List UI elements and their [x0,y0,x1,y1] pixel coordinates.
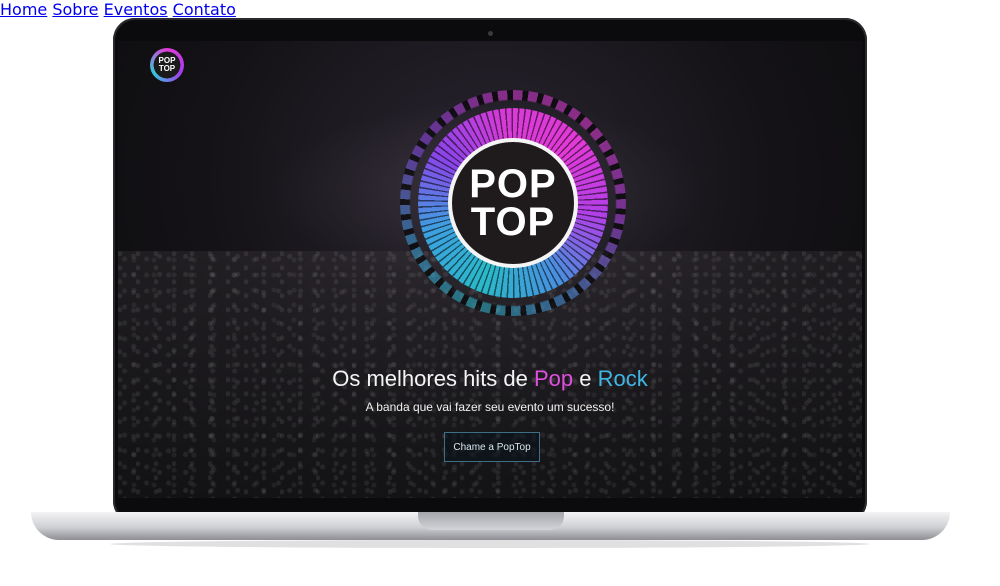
nav-contato-link[interactable]: Contato [173,0,236,19]
hero-logo-line2: TOP [470,200,556,244]
hero-logo-line1: POP [469,162,557,206]
brand-logo[interactable]: POP TOP [150,48,184,82]
main-nav: Home Sobre Eventos Contato [0,0,1000,19]
nav-home-link[interactable]: Home [0,0,47,19]
laptop-shadow [110,540,870,548]
webcam [488,31,493,36]
nav-eventos-link[interactable]: Eventos [104,0,168,19]
laptop-notch [418,512,564,530]
nav-sobre-link[interactable]: Sobre [52,0,98,19]
cta-button[interactable]: Chame a PopTop [444,432,540,462]
hero-logo-core: POP TOP [448,138,578,268]
brand-logo-line2: TOP [158,64,176,73]
hero-logo: POP TOP [400,90,626,316]
